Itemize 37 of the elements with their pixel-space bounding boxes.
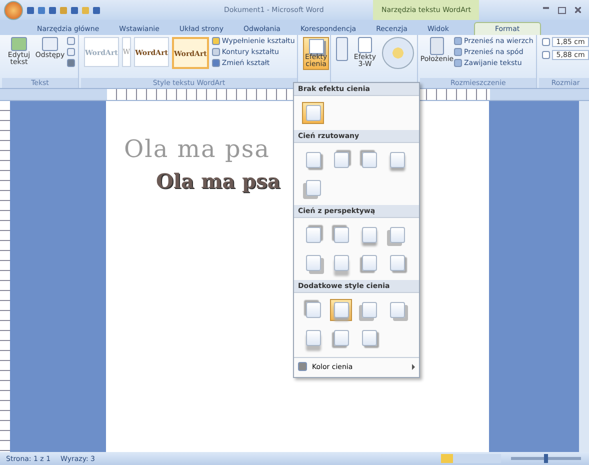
shadow-style-option[interactable] xyxy=(330,299,352,321)
shadow-square-icon xyxy=(362,227,376,243)
shadow-square-icon xyxy=(306,180,320,196)
shadow-square-icon xyxy=(308,39,324,54)
shadow-square-icon xyxy=(362,255,376,271)
shadow-color-icon[interactable] xyxy=(298,362,307,371)
edit-text-icon[interactable] xyxy=(11,37,27,51)
wordart-text: Ola ma psa xyxy=(124,135,270,163)
3d-square-icon[interactable] xyxy=(358,37,372,53)
shadow-square-icon xyxy=(306,302,320,318)
wordart-text: Ola ma psa xyxy=(156,169,280,193)
submenu-arrow-icon xyxy=(412,364,415,370)
shadow-square-icon xyxy=(334,330,348,346)
shadow-square-icon xyxy=(390,255,404,271)
shadow-square-icon xyxy=(362,302,376,318)
shadow-square-icon xyxy=(334,255,348,271)
shadow-square-icon xyxy=(306,227,320,243)
zoom-slider-thumb[interactable] xyxy=(544,454,548,463)
shadow-style-option[interactable] xyxy=(302,102,324,124)
tilt-control-icon[interactable] xyxy=(382,37,414,69)
shadow-square-icon xyxy=(306,105,320,121)
maximize-icon[interactable] xyxy=(558,6,566,14)
shadow-square-icon xyxy=(306,330,320,346)
shadow-square-icon xyxy=(390,227,404,243)
office-button[interactable] xyxy=(4,0,23,20)
close-icon[interactable] xyxy=(575,6,581,12)
shadow-square-icon xyxy=(362,330,376,346)
shadow-square-icon xyxy=(334,302,348,318)
position-icon[interactable] xyxy=(430,37,444,55)
vertical-scrollbar[interactable] xyxy=(579,101,589,452)
shadow-square-icon xyxy=(306,152,320,168)
shadow-square-icon xyxy=(390,152,404,168)
minimize-icon[interactable] xyxy=(543,6,549,8)
spacing-icon[interactable] xyxy=(42,37,58,51)
shadow-square-icon xyxy=(334,227,348,243)
shadow-square-icon xyxy=(334,152,348,168)
shadow-square-icon xyxy=(362,152,376,168)
